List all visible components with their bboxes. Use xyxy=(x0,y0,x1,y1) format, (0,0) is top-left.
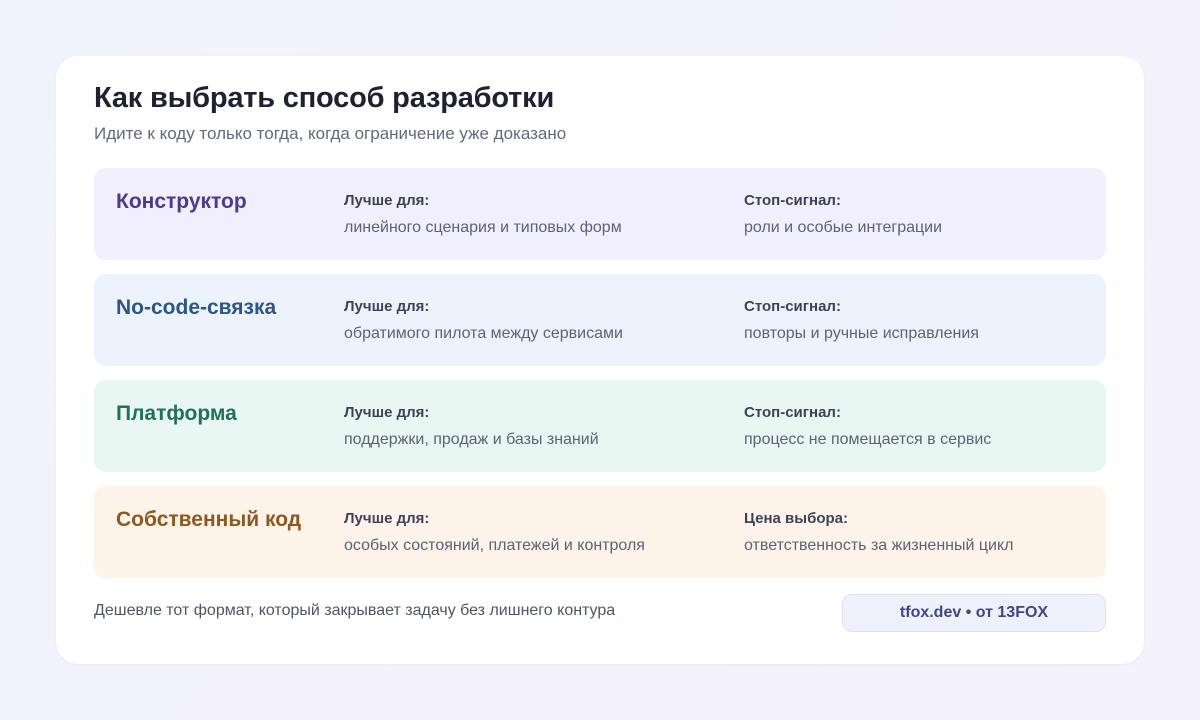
option-row-platform: Платформа Лучше для: поддержки, продаж и… xyxy=(94,380,1106,472)
stop-signal-label: Стоп-сигнал: xyxy=(744,404,841,421)
stop-signal-value: роли и особые интеграции xyxy=(744,219,943,236)
option-row-custom-code: Собственный код Лучше для: особых состоя… xyxy=(94,486,1106,578)
best-for-value: обратимого пилота между сервисами xyxy=(344,325,623,342)
best-for-label: Лучше для: xyxy=(344,404,430,421)
option-name: Платформа xyxy=(116,402,237,425)
best-for-value: линейного сценария и типовых форм xyxy=(344,219,622,236)
best-for-label: Лучше для: xyxy=(344,298,430,315)
options-list: Конструктор Лучше для: линейного сценари… xyxy=(94,168,1106,592)
option-name: Собственный код xyxy=(116,508,302,531)
footer-note: Дешевле тот формат, который закрывает за… xyxy=(94,602,616,619)
cost-of-choice-label: Цена выбора: xyxy=(744,510,849,527)
cost-of-choice-value: ответственность за жизненный цикл xyxy=(744,537,1014,554)
brand-badge: tfox.dev • от 13FOX xyxy=(842,594,1106,632)
best-for-label: Лучше для: xyxy=(344,192,430,209)
option-name: No-code-связка xyxy=(116,296,277,319)
stop-signal-value: повторы и ручные исправления xyxy=(744,325,979,342)
page-subtitle: Идите к коду только тогда, когда огранич… xyxy=(94,124,567,143)
option-row-nocode: No-code-связка Лучше для: обратимого пил… xyxy=(94,274,1106,366)
best-for-value: поддержки, продаж и базы знаний xyxy=(344,431,599,448)
stop-signal-value: процесс не помещается в сервис xyxy=(744,431,992,448)
page-title: Как выбрать способ разработки xyxy=(94,82,555,114)
stop-signal-label: Стоп-сигнал: xyxy=(744,298,841,315)
best-for-label: Лучше для: xyxy=(344,510,430,527)
stop-signal-label: Стоп-сигнал: xyxy=(744,192,841,209)
option-name: Конструктор xyxy=(116,190,247,213)
option-row-constructor: Конструктор Лучше для: линейного сценари… xyxy=(94,168,1106,260)
best-for-value: особых состояний, платежей и контроля xyxy=(344,537,645,554)
main-card: Как выбрать способ разработки Идите к ко… xyxy=(56,56,1144,664)
